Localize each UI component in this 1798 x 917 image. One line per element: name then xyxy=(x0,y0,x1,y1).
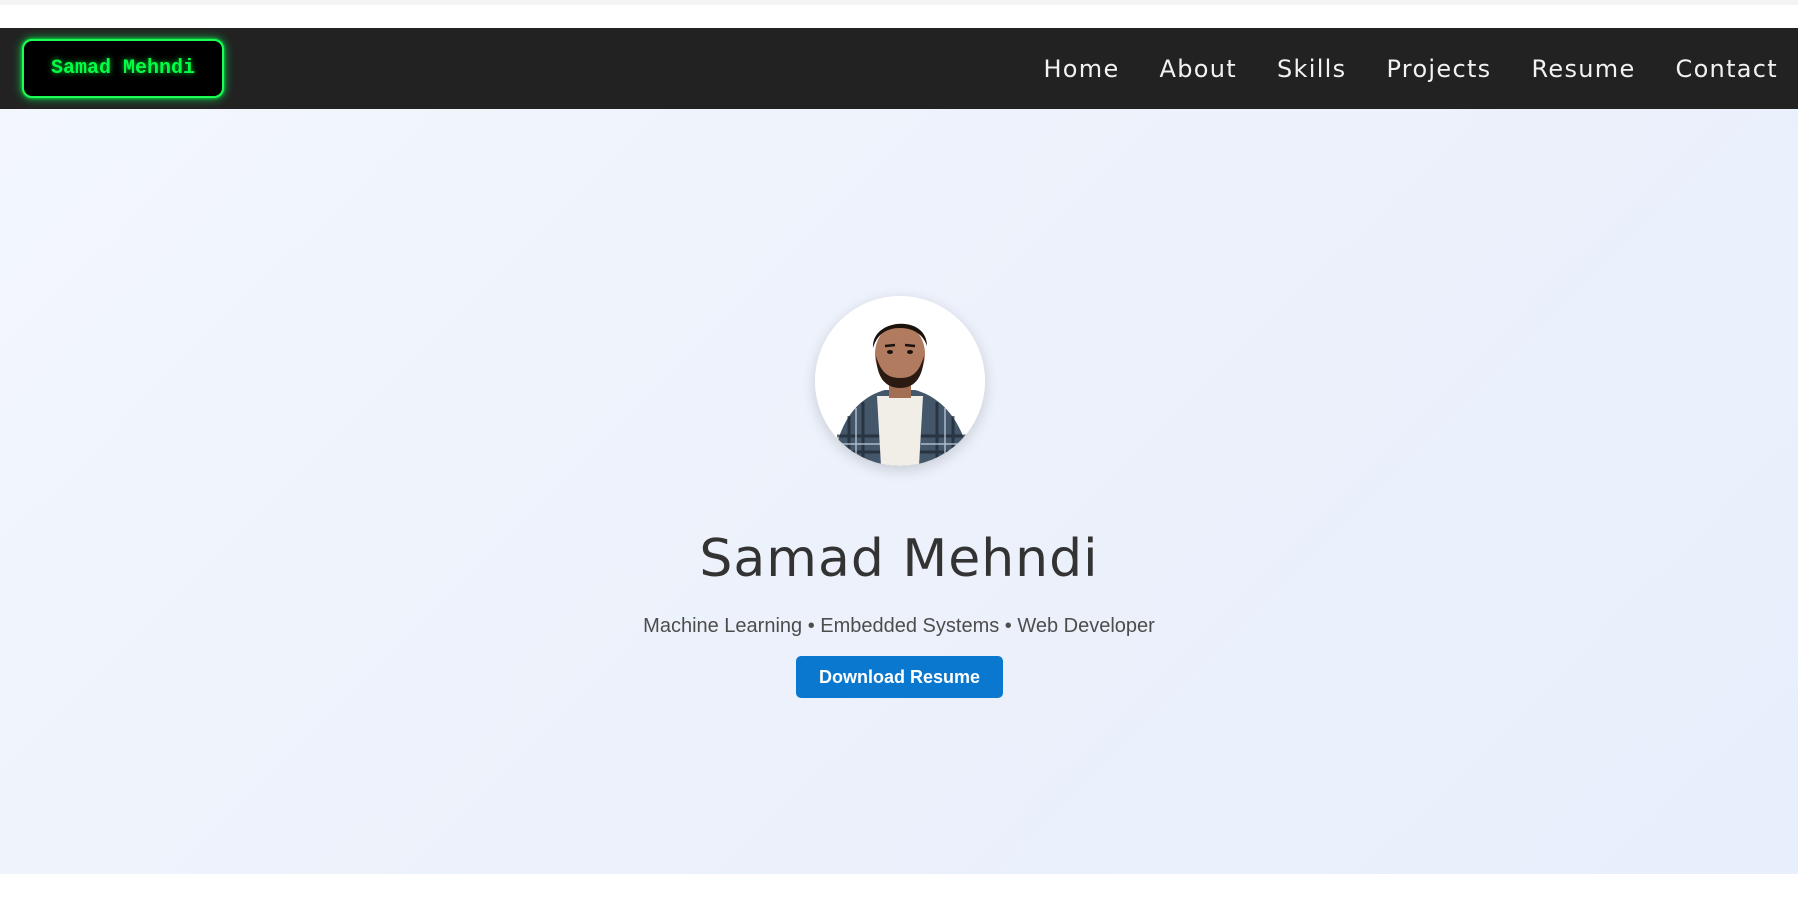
site-logo[interactable]: Samad Mehndi xyxy=(22,39,224,98)
nav-link-skills[interactable]: Skills xyxy=(1277,55,1346,83)
hero-section: Samad Mehndi Machine Learning • Embedded… xyxy=(0,109,1798,874)
navbar: Samad Mehndi Home About Skills Projects … xyxy=(0,28,1798,109)
nav-link-contact[interactable]: Contact xyxy=(1676,55,1778,83)
download-resume-button[interactable]: Download Resume xyxy=(796,656,1003,698)
hero-name: Samad Mehndi xyxy=(699,529,1099,589)
top-strip xyxy=(0,0,1798,5)
profile-photo-illustration xyxy=(815,296,985,466)
hero-tagline: Machine Learning • Embedded Systems • We… xyxy=(643,615,1155,637)
profile-photo xyxy=(815,296,985,466)
nav-link-resume[interactable]: Resume xyxy=(1531,55,1635,83)
nav-link-projects[interactable]: Projects xyxy=(1386,55,1491,83)
nav-link-about[interactable]: About xyxy=(1160,55,1237,83)
nav-link-home[interactable]: Home xyxy=(1043,55,1119,83)
nav-links: Home About Skills Projects Resume Contac… xyxy=(1003,55,1778,83)
